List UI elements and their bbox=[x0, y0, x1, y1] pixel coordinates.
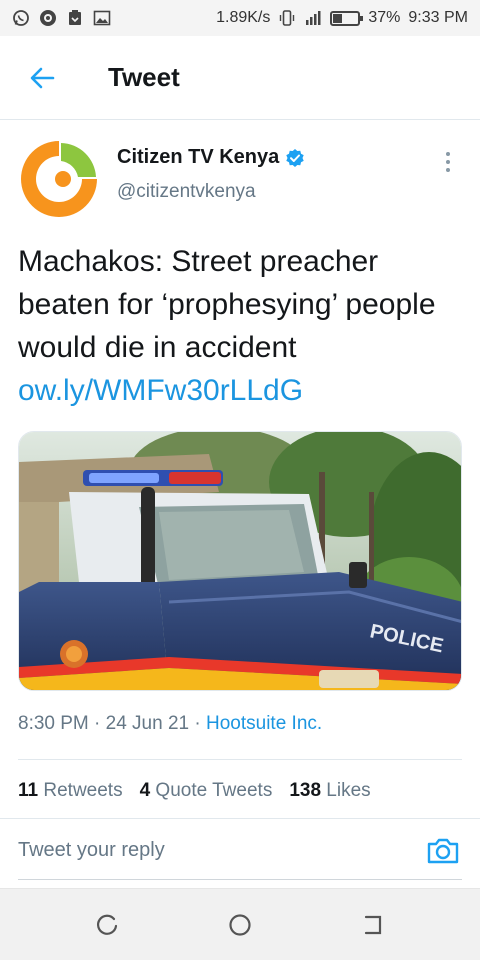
tweet-link[interactable]: ow.ly/WMFw30rLLdG bbox=[18, 369, 468, 412]
reply-input[interactable]: Tweet your reply bbox=[18, 839, 165, 862]
signal-icon bbox=[304, 9, 322, 27]
download-icon bbox=[66, 9, 84, 27]
more-options-icon[interactable] bbox=[436, 150, 460, 174]
verified-badge-icon bbox=[286, 148, 304, 167]
recents-icon bbox=[96, 914, 118, 935]
tweet-media-image[interactable]: POLICE bbox=[18, 431, 462, 691]
battery-level bbox=[333, 13, 343, 23]
likes-label: Likes bbox=[321, 780, 371, 801]
tweet-source[interactable]: Hootsuite Inc. bbox=[206, 713, 322, 734]
author-name-row: Citizen TV Kenya bbox=[117, 146, 305, 169]
home-icon bbox=[229, 914, 251, 936]
citizen-tv-logo-icon bbox=[18, 138, 100, 220]
whatsapp-icon bbox=[12, 9, 30, 27]
police-vehicle-photo: POLICE bbox=[19, 432, 461, 690]
back-nav-button[interactable] bbox=[360, 911, 388, 939]
page-title: Tweet bbox=[108, 62, 180, 92]
back-button[interactable] bbox=[20, 56, 64, 100]
back-icon bbox=[364, 915, 382, 935]
likes-count: 138 bbox=[289, 780, 322, 801]
home-button[interactable] bbox=[226, 911, 254, 939]
status-notification-icons bbox=[12, 9, 111, 27]
likes-stat[interactable]: 138 Likes bbox=[289, 780, 370, 802]
author-info: Citizen TV Kenya @citizentvkenya bbox=[117, 138, 305, 220]
tweet-stats: 11 Retweets 4 Quote Tweets 138 Likes bbox=[18, 780, 371, 802]
tweet-body: Machakos: Street preacher beaten for ‘pr… bbox=[18, 245, 436, 364]
battery-icon bbox=[330, 10, 364, 26]
retweets-label: Retweets bbox=[38, 780, 123, 801]
battery-percent: 37% bbox=[368, 9, 401, 26]
tweet-author: Citizen TV Kenya @citizentvkenya bbox=[18, 138, 462, 220]
status-bar: 1.89K/s 37% 9:33 PM bbox=[0, 0, 480, 36]
quote-count: 4 bbox=[139, 780, 151, 801]
app-header: Tweet bbox=[0, 36, 480, 120]
tweet-timestamp[interactable]: 8:30 PM · 24 Jun 21 · bbox=[18, 713, 206, 734]
retweets-stat[interactable]: 11 Retweets bbox=[18, 780, 123, 802]
tweet-text: Machakos: Street preacher beaten for ‘pr… bbox=[18, 240, 468, 412]
android-nav-bar bbox=[0, 888, 480, 960]
divider bbox=[18, 759, 462, 760]
camera-button[interactable] bbox=[425, 833, 461, 869]
camera-icon bbox=[427, 838, 459, 864]
network-speed: 1.89K/s bbox=[216, 9, 271, 26]
retweets-count: 11 bbox=[18, 780, 39, 801]
image-icon bbox=[93, 9, 111, 27]
reply-bar: Tweet your reply bbox=[0, 818, 480, 886]
vibrate-icon bbox=[278, 9, 296, 27]
author-handle[interactable]: @citizentvkenya bbox=[117, 181, 305, 203]
arrow-left-icon bbox=[30, 67, 55, 88]
reply-underline bbox=[18, 879, 462, 880]
app-icon bbox=[39, 9, 57, 27]
quote-label: Quote Tweets bbox=[150, 780, 273, 801]
avatar[interactable] bbox=[18, 138, 100, 220]
tweet-meta: 8:30 PM · 24 Jun 21 · Hootsuite Inc. bbox=[18, 713, 322, 735]
status-system-area: 1.89K/s 37% 9:33 PM bbox=[216, 9, 468, 27]
author-name[interactable]: Citizen TV Kenya bbox=[117, 146, 279, 169]
clock: 9:33 PM bbox=[408, 9, 468, 26]
recents-button[interactable] bbox=[94, 911, 122, 939]
quote-tweets-stat[interactable]: 4 Quote Tweets bbox=[140, 780, 273, 802]
